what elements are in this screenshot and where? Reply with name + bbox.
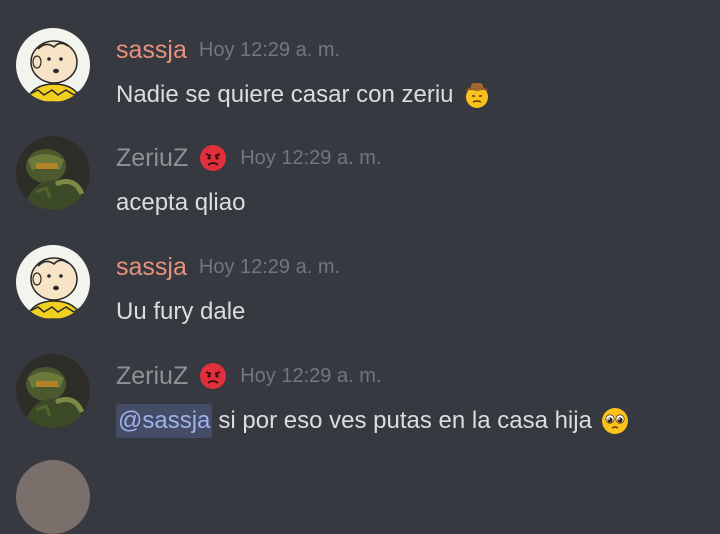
chat-message: ZeriuZ Hoy 12:29 a. m. acepta qliao [0,136,720,236]
message-content: Nadie se quiere casar con zeriu [116,78,492,112]
message-text: Uu fury dale [116,298,246,325]
pleading-face-emoji-icon [600,406,630,436]
author-name[interactable]: ZeriuZ [116,361,188,391]
author-name[interactable]: ZeriuZ [116,143,188,173]
avatar[interactable] [16,460,90,534]
message-content: @sassja si por eso ves putas en la casa … [116,404,630,438]
author-name[interactable]: sassja [116,252,187,282]
chat-message: ZeriuZ Hoy 12:29 a. m. @sassja si por es… [0,354,720,454]
charlie-brown-avatar[interactable] [16,28,90,102]
chat-message-list: sassja Hoy 12:29 a. m. Nadie se quiere c… [0,0,720,534]
message-header: ZeriuZ Hoy 12:29 a. m. [116,360,381,392]
charlie-brown-avatar[interactable] [16,245,90,319]
message-header: sassja Hoy 12:29 a. m. [116,251,340,283]
message-header: ZeriuZ Hoy 12:29 a. m. [116,142,381,174]
author-name[interactable]: sassja [116,35,187,65]
message-text: acepta qliao [116,189,246,216]
cowboy-unamused-emoji-icon [462,80,492,110]
message-header: sassja Hoy 12:29 a. m. [116,34,340,66]
angry-face-emoji-icon [198,143,228,173]
message-text: si por eso ves putas en la casa hija [218,407,592,434]
message-timestamp: Hoy 12:29 a. m. [198,39,341,61]
message-timestamp: Hoy 12:29 a. m. [198,256,341,278]
angry-face-emoji-icon [198,361,228,391]
doom-slayer-avatar[interactable] [16,136,90,210]
user-mention[interactable]: @sassja [116,404,213,438]
chat-message: sassja Hoy 12:29 a. m. Uu fury dale [0,245,720,345]
message-timestamp: Hoy 12:29 a. m. [240,147,382,169]
message-timestamp: Hoy 12:29 a. m. [240,365,382,387]
message-content: Uu fury dale [116,295,245,329]
message-content: acepta qliao [116,186,245,220]
message-text: Nadie se quiere casar con zeriu [116,81,454,108]
doom-slayer-avatar[interactable] [16,354,90,428]
chat-message: sassja Hoy 12:29 a. m. Nadie se quiere c… [0,28,720,128]
